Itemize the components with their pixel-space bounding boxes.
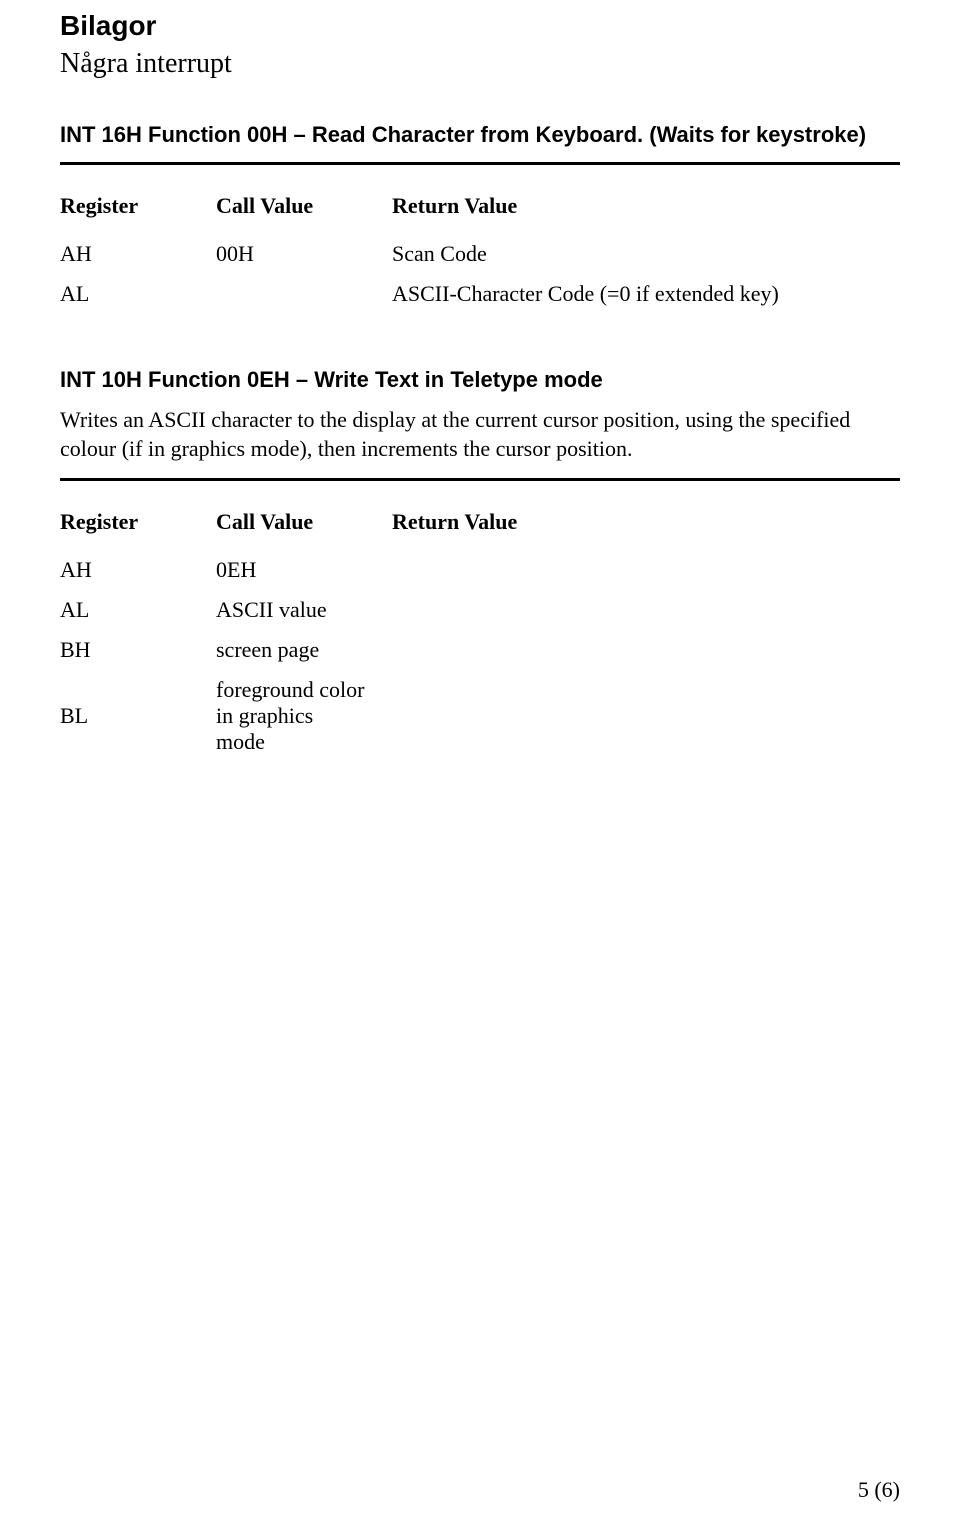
header-return-value: Return Value xyxy=(392,509,543,557)
page-number: 5 (6) xyxy=(858,1477,900,1503)
table-row: BL foreground color in graphics mode xyxy=(60,677,543,769)
header-call-value: Call Value xyxy=(216,509,392,557)
section-heading-int10h: INT 10H Function 0EH – Write Text in Tel… xyxy=(60,365,900,395)
cell-register: BH xyxy=(60,637,216,677)
cell-return: Scan Code xyxy=(392,241,805,281)
page-title: Bilagor xyxy=(60,10,900,42)
cell-call: foreground color in graphics mode xyxy=(216,677,392,769)
cell-call: 00H xyxy=(216,241,392,281)
table-row: AL ASCII-Character Code (=0 if extended … xyxy=(60,281,805,321)
section-heading-int16h: INT 16H Function 00H – Read Character fr… xyxy=(60,120,900,150)
cell-call xyxy=(216,281,392,321)
cell-call: screen page xyxy=(216,637,392,677)
page-subtitle: Några interrupt xyxy=(60,48,900,80)
cell-register: BL xyxy=(60,677,216,769)
header-register: Register xyxy=(60,193,216,241)
cell-return xyxy=(392,637,543,677)
divider xyxy=(60,478,900,481)
cell-return xyxy=(392,597,543,637)
cell-register: AL xyxy=(60,597,216,637)
cell-call: 0EH xyxy=(216,557,392,597)
cell-register: AH xyxy=(60,241,216,281)
table-row: BH screen page xyxy=(60,637,543,677)
cell-return xyxy=(392,677,543,769)
cell-call: ASCII value xyxy=(216,597,392,637)
register-table-int16h: Register Call Value Return Value AH 00H … xyxy=(60,193,805,321)
section-description: Writes an ASCII character to the display… xyxy=(60,406,900,463)
cell-register: AH xyxy=(60,557,216,597)
header-return-value: Return Value xyxy=(392,193,805,241)
table-header-row: Register Call Value Return Value xyxy=(60,193,805,241)
table-row: AH 0EH xyxy=(60,557,543,597)
divider xyxy=(60,162,900,165)
cell-return: ASCII-Character Code (=0 if extended key… xyxy=(392,281,805,321)
header-register: Register xyxy=(60,509,216,557)
register-table-int10h: Register Call Value Return Value AH 0EH … xyxy=(60,509,543,769)
table-header-row: Register Call Value Return Value xyxy=(60,509,543,557)
header-call-value: Call Value xyxy=(216,193,392,241)
table-row: AH 00H Scan Code xyxy=(60,241,805,281)
cell-return xyxy=(392,557,543,597)
table-row: AL ASCII value xyxy=(60,597,543,637)
cell-register: AL xyxy=(60,281,216,321)
